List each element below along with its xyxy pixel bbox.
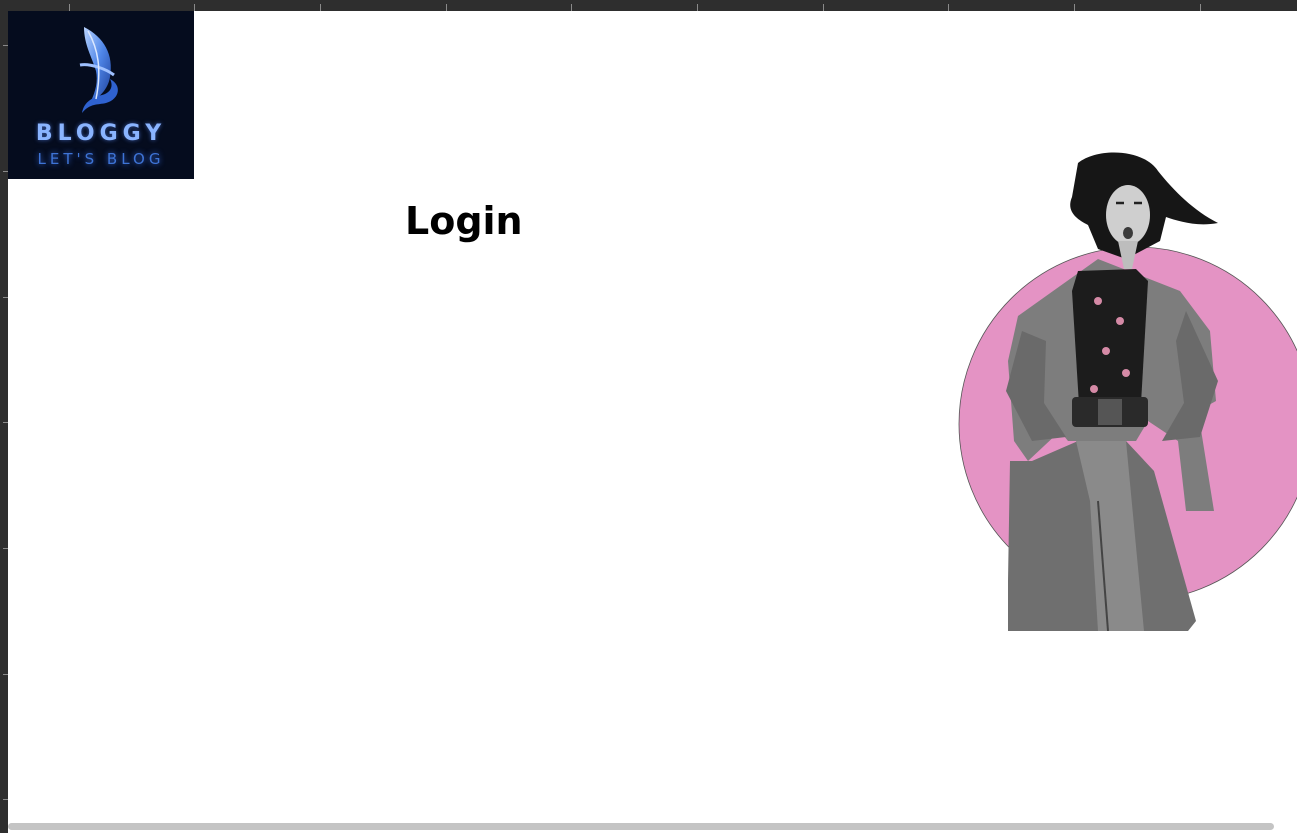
ruler-tick bbox=[446, 4, 447, 11]
left-ruler bbox=[0, 11, 8, 833]
design-canvas: BLOGGY LET'S BLOG Login bbox=[8, 11, 1297, 833]
ruler-tick bbox=[1074, 4, 1075, 11]
logo-brand-text: BLOGGY bbox=[35, 121, 167, 146]
ruler-tick bbox=[571, 4, 572, 11]
hero-illustration bbox=[958, 152, 1297, 631]
page-title: Login bbox=[405, 199, 523, 243]
ruler-tick bbox=[948, 4, 949, 11]
ruler-tick bbox=[194, 4, 195, 11]
ruler-tick bbox=[69, 4, 70, 11]
ruler-tick bbox=[1200, 4, 1201, 11]
ruler-tick bbox=[823, 4, 824, 11]
top-ruler bbox=[0, 0, 1297, 11]
ruler-tick bbox=[697, 4, 698, 11]
bloggy-logo[interactable]: BLOGGY LET'S BLOG bbox=[8, 11, 194, 179]
logo-tagline: LET'S BLOG bbox=[37, 150, 165, 168]
horizontal-scrollbar[interactable] bbox=[8, 823, 1274, 830]
feather-icon bbox=[79, 27, 118, 113]
ruler-tick bbox=[320, 4, 321, 11]
